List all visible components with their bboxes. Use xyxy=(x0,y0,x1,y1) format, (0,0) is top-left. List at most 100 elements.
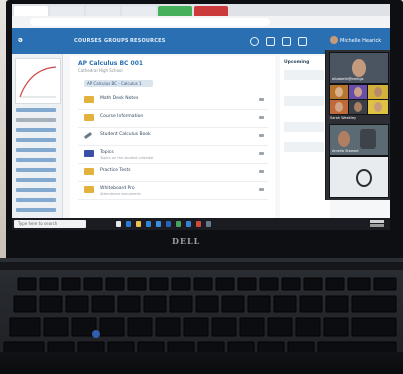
browser-tab[interactable] xyxy=(14,6,48,16)
nav-groups[interactable]: GROUPS xyxy=(104,38,129,44)
chrome-icon[interactable] xyxy=(176,221,181,227)
list-item[interactable]: Practice Tests xyxy=(78,164,268,182)
list-item-subtitle: Attendance documents xyxy=(100,192,141,196)
participant-face xyxy=(335,87,343,97)
participant-face xyxy=(354,102,362,112)
video-tile[interactable] xyxy=(367,99,389,115)
video-tile[interactable]: Amelia Stewart xyxy=(329,124,389,156)
search-icon[interactable] xyxy=(250,37,259,46)
video-tile[interactable]: elizabeth@bmhgs xyxy=(329,52,389,84)
upcoming-panel: Upcoming xyxy=(280,56,330,221)
video-tile[interactable] xyxy=(329,84,349,100)
inbox-icon[interactable] xyxy=(298,37,307,46)
laptop-screen: ə COURSES GROUPS RESOURCES Michelle Hear… xyxy=(12,4,390,230)
list-item[interactable]: Topics Topics on the student calendar xyxy=(78,146,268,164)
folder-icon xyxy=(84,168,94,175)
upcoming-heading: Upcoming xyxy=(284,60,310,65)
sidebar-item[interactable] xyxy=(16,188,56,192)
menu-icon[interactable] xyxy=(259,188,264,191)
word-icon[interactable] xyxy=(166,221,171,227)
laptop-brand-logo: DELL xyxy=(172,236,201,246)
sidebar-item[interactable] xyxy=(16,158,56,162)
video-tile[interactable] xyxy=(367,84,389,100)
sidebar-item[interactable] xyxy=(16,128,56,132)
list-item-title: Course Information xyxy=(100,114,144,119)
sidebar-item[interactable] xyxy=(16,168,56,172)
upcoming-item[interactable] xyxy=(284,70,324,80)
course-thumbnail xyxy=(15,58,61,104)
participant-face xyxy=(374,102,382,112)
taskbar-search[interactable]: Type here to search xyxy=(14,220,86,228)
app-icon[interactable] xyxy=(206,221,211,227)
user-avatar[interactable] xyxy=(330,36,338,44)
url-field[interactable] xyxy=(30,18,270,26)
list-item-title: Math Desk Notes xyxy=(100,96,139,101)
upcoming-item[interactable] xyxy=(284,122,324,132)
app-icon[interactable] xyxy=(196,221,201,227)
browser-tab[interactable] xyxy=(50,6,84,16)
video-tile[interactable] xyxy=(329,156,389,198)
participant-name: Amelia Stewart xyxy=(332,149,359,153)
pointing-stick xyxy=(92,330,100,338)
video-tile[interactable] xyxy=(348,84,368,100)
sidebar-item[interactable] xyxy=(16,118,56,122)
sidebar-item[interactable] xyxy=(16,208,56,212)
browser-tab[interactable] xyxy=(194,6,228,16)
browser-tab[interactable] xyxy=(86,6,120,16)
store-icon[interactable] xyxy=(146,221,151,227)
sidebar-item[interactable] xyxy=(16,198,56,202)
menu-icon[interactable] xyxy=(259,170,264,173)
nav-resources[interactable]: RESOURCES xyxy=(130,38,166,44)
course-sidebar xyxy=(12,54,63,224)
list-item[interactable]: Whiteboard Pro Attendance documents xyxy=(78,182,268,200)
sidebar-item[interactable] xyxy=(16,138,56,142)
browser-tab-strip xyxy=(12,4,390,16)
participant-name: Sarah Weekley xyxy=(330,116,357,120)
upcoming-item[interactable] xyxy=(284,96,324,106)
menu-icon[interactable] xyxy=(259,116,264,119)
calendar-icon[interactable] xyxy=(282,37,291,46)
mail-icon[interactable] xyxy=(156,221,161,227)
laptop-hinge xyxy=(0,262,403,270)
list-item[interactable]: Course Information xyxy=(78,110,268,128)
graph-thumbnail-icon xyxy=(19,66,57,98)
file-explorer-icon[interactable] xyxy=(136,221,141,227)
video-call-panel: elizabeth@bmhgs Sarah Weekley Amelia Ste… xyxy=(325,50,390,200)
windows-taskbar: Type here to search xyxy=(12,218,390,230)
list-item[interactable]: Math Desk Notes xyxy=(78,92,268,110)
browser-tab[interactable] xyxy=(122,6,156,16)
video-tile[interactable] xyxy=(329,99,349,115)
video-tile[interactable] xyxy=(348,99,368,115)
sidebar-item[interactable] xyxy=(16,178,56,182)
menu-icon[interactable] xyxy=(259,98,264,101)
task-view-icon[interactable] xyxy=(116,221,121,227)
folder-icon xyxy=(84,114,94,121)
list-item-title: Topics xyxy=(100,150,114,155)
browser-tab[interactable] xyxy=(158,6,192,16)
section-chip[interactable]: AP Calculus BC - Calculus 1 xyxy=(84,80,153,87)
nav-courses[interactable]: COURSES xyxy=(74,38,102,44)
sidebar-item[interactable] xyxy=(16,108,56,112)
grid-icon[interactable] xyxy=(266,37,275,46)
participant-face xyxy=(335,102,343,112)
menu-icon[interactable] xyxy=(259,134,264,137)
list-item-title: Whiteboard Pro xyxy=(100,186,135,191)
keyboard-bottom-row xyxy=(0,352,403,374)
participant-face xyxy=(352,59,366,77)
user-name[interactable]: Michelle Hearick xyxy=(340,38,381,44)
participant-placeholder-icon xyxy=(356,169,372,187)
sidebar-item[interactable] xyxy=(16,148,56,152)
canvas-logo[interactable]: ə xyxy=(18,36,23,44)
upcoming-item[interactable] xyxy=(284,142,324,152)
menu-icon[interactable] xyxy=(259,152,264,155)
photo-scene: ə COURSES GROUPS RESOURCES Michelle Hear… xyxy=(0,0,403,374)
edge-icon[interactable] xyxy=(126,221,131,227)
zoom-icon[interactable] xyxy=(186,221,191,227)
participant-face xyxy=(374,87,382,97)
course-main: AP Calculus BC 001 Cathedral High School… xyxy=(70,56,275,221)
course-title[interactable]: AP Calculus BC 001 xyxy=(78,60,143,67)
list-item-title: Student Calculus Book xyxy=(100,132,151,137)
taskbar-clock[interactable] xyxy=(370,220,384,227)
list-item[interactable]: Student Calculus Book xyxy=(78,128,268,146)
participant-face xyxy=(354,87,362,97)
